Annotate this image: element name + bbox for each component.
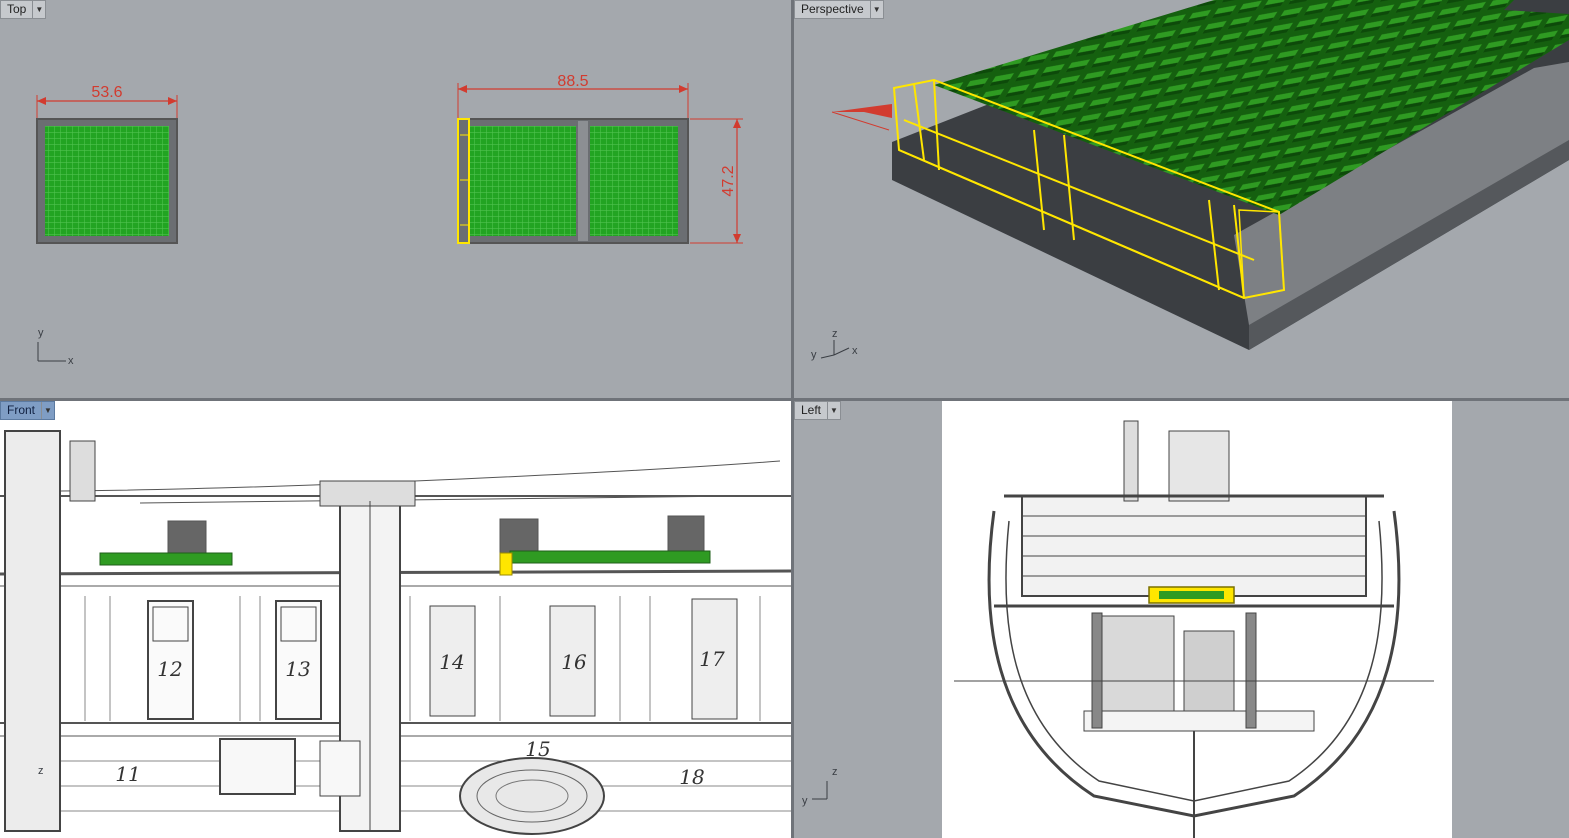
- grating-left[interactable]: [36, 118, 178, 244]
- viewport-title: Top: [7, 2, 27, 16]
- viewport-left[interactable]: Left ▼ z y: [794, 401, 1569, 838]
- viewport-top[interactable]: Top ▼ 53.6 88.5 47.2 y x: [0, 0, 791, 398]
- svg-text:x: x: [852, 345, 858, 357]
- dim-label-right: 88.5: [557, 73, 588, 90]
- axis-gizmo-top: y x: [37, 327, 74, 367]
- front-blueprint: 12 13 14 16 17 11 15 18 z: [0, 430, 791, 835]
- viewport-label-top[interactable]: Top ▼: [0, 0, 47, 19]
- svg-text:y: y: [811, 349, 817, 361]
- viewport-label-front[interactable]: Front ▼: [0, 401, 56, 420]
- perspective-canvas: z y x: [811, 0, 1569, 361]
- top-view-canvas: 53.6 88.5 47.2 y x: [36, 73, 743, 367]
- viewport-title: Front: [7, 403, 36, 417]
- svg-text:16: 16: [561, 650, 587, 674]
- chevron-down-icon[interactable]: ▼: [827, 402, 840, 419]
- dim-label-height: 47.2: [720, 165, 737, 196]
- svg-text:x: x: [68, 355, 74, 367]
- grating-right[interactable]: [457, 118, 689, 244]
- left-blueprint: z y: [802, 401, 1452, 838]
- svg-text:15: 15: [525, 737, 550, 761]
- svg-text:12: 12: [157, 657, 182, 681]
- viewport-title: Left: [801, 403, 822, 417]
- viewport-title: Perspective: [801, 2, 864, 16]
- axis-gizmo-perspective: z y x: [811, 328, 858, 361]
- viewport-perspective[interactable]: Perspective ▼ z y x: [794, 0, 1569, 398]
- svg-text:14: 14: [439, 650, 464, 674]
- viewport-front[interactable]: Front ▼ 12 13 14 16 17 11 15 18 z: [0, 401, 791, 838]
- dim-label-left: 53.6: [91, 84, 122, 101]
- viewport-label-perspective[interactable]: Perspective ▼: [794, 0, 884, 19]
- svg-text:y: y: [802, 795, 808, 807]
- axis-gizmo-left: z y: [802, 766, 838, 807]
- svg-text:18: 18: [679, 765, 704, 789]
- chevron-down-icon[interactable]: ▼: [41, 402, 54, 419]
- svg-text:z: z: [832, 766, 838, 778]
- svg-text:11: 11: [115, 762, 140, 786]
- chevron-down-icon[interactable]: ▼: [869, 1, 883, 18]
- svg-text:z: z: [832, 328, 838, 340]
- dimension-arrow: [832, 104, 892, 118]
- axis-label-z: z: [38, 765, 44, 777]
- rhino-workspace: Top ▼ 53.6 88.5 47.2 y x Perspective ▼ z…: [0, 0, 1569, 838]
- viewport-label-left[interactable]: Left ▼: [794, 401, 842, 420]
- svg-text:13: 13: [285, 657, 310, 681]
- svg-text:17: 17: [699, 647, 725, 671]
- svg-text:y: y: [38, 327, 44, 339]
- chevron-down-icon[interactable]: ▼: [32, 1, 45, 18]
